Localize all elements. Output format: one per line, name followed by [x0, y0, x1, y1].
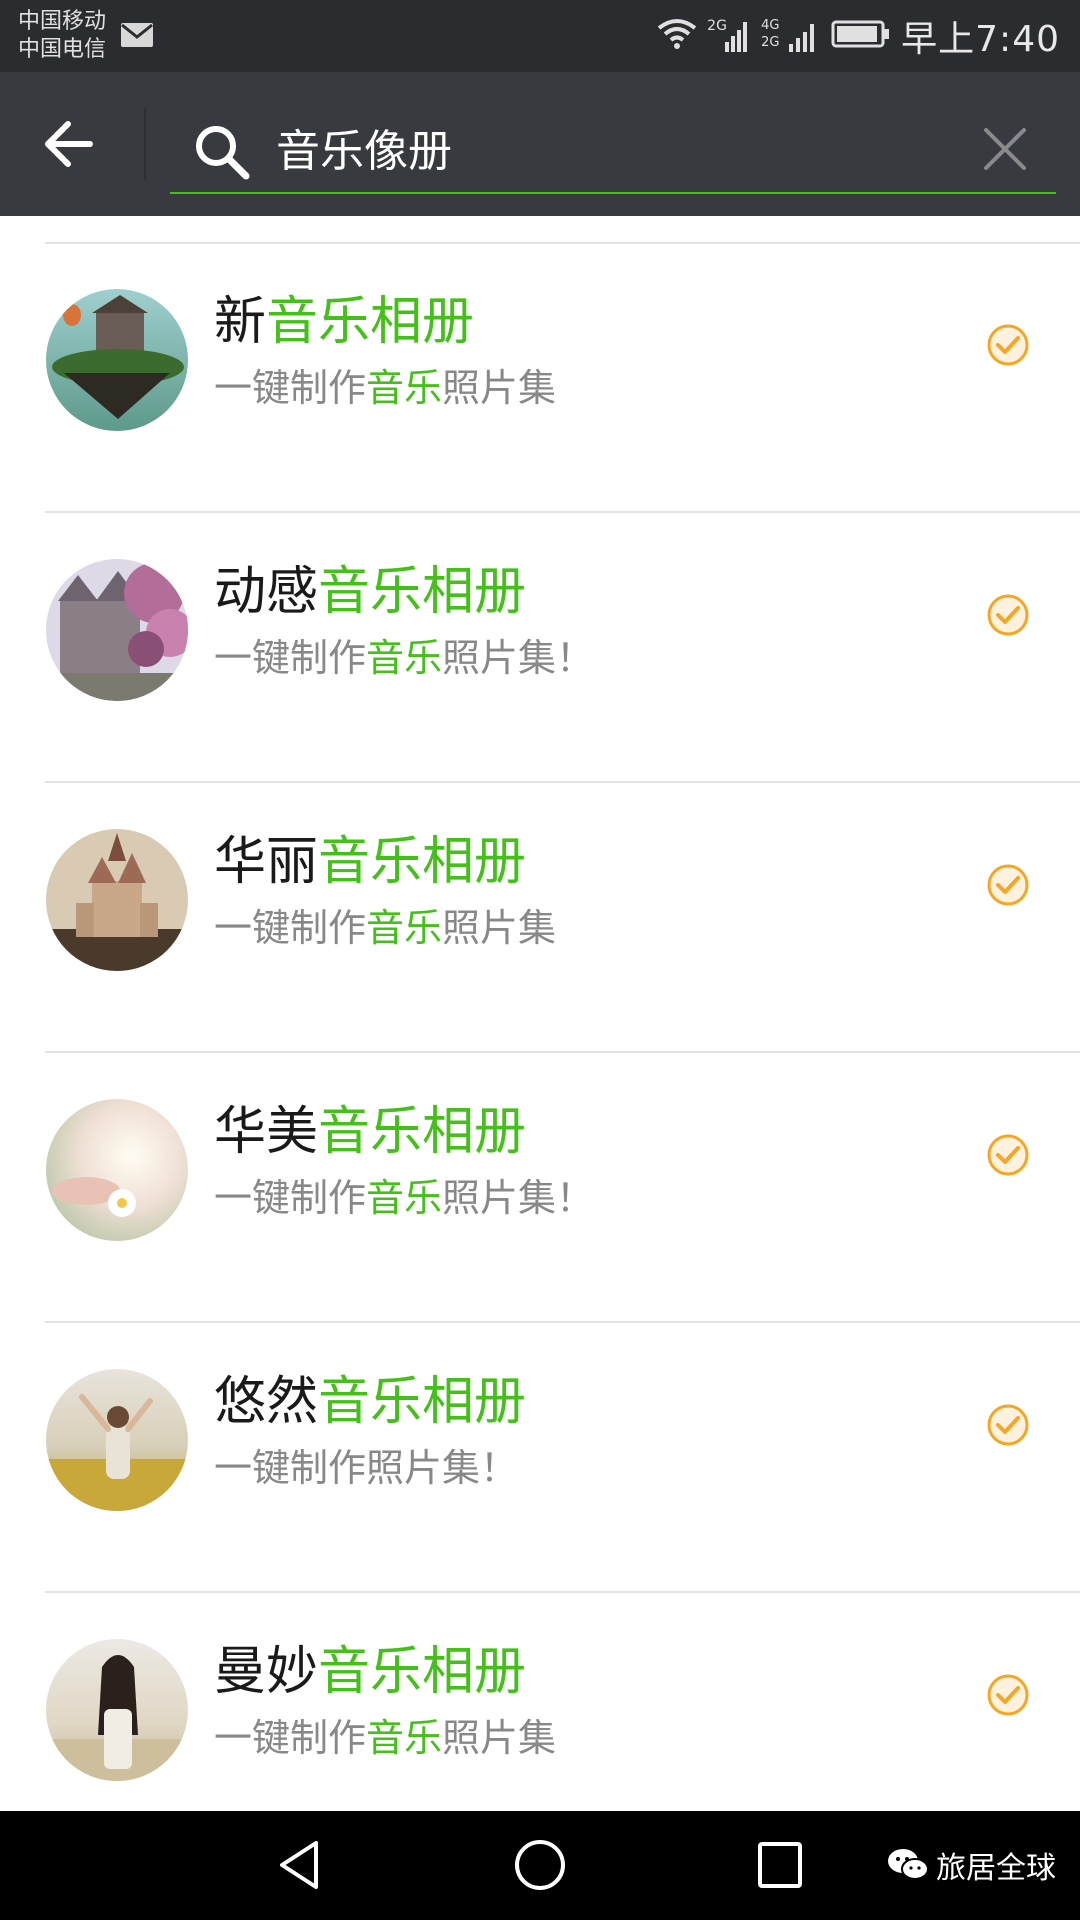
- item-title: 华美音乐相册: [214, 1102, 527, 1162]
- item-title: 悠然音乐相册: [214, 1372, 527, 1432]
- avatar: [46, 289, 188, 431]
- battery-icon: [831, 19, 891, 53]
- close-icon: [984, 128, 1026, 170]
- status-icons: 2G 4G 2G 早上7:40: [647, 14, 1060, 60]
- clock: 早上7:40: [901, 19, 1060, 60]
- result-item[interactable]: 曼妙音乐相册 一键制作音乐照片集: [0, 1593, 1080, 1811]
- item-title: 动感音乐相册: [214, 562, 527, 622]
- avatar: [46, 1099, 188, 1241]
- carrier-2: 中国电信: [18, 37, 107, 62]
- item-title: 曼妙音乐相册: [214, 1642, 527, 1702]
- search-header: [0, 72, 1080, 216]
- watermark-text: 旅居全球: [936, 1851, 1056, 1886]
- header-divider: [144, 108, 146, 180]
- item-description: 一键制作音乐照片集: [214, 366, 557, 410]
- signal-icon-1: 2G: [707, 18, 751, 54]
- signal-icon-2: 4G 2G: [761, 18, 821, 54]
- avatar: [46, 1369, 188, 1511]
- verified-check-icon: [986, 1403, 1030, 1447]
- carrier-1: 中国移动: [18, 9, 107, 34]
- square-recents-icon: [758, 1842, 802, 1888]
- status-bar: 中国移动 中国电信 2G 4G 2G 早上7:40: [0, 0, 1080, 72]
- result-item[interactable]: 悠然音乐相册 一键制作照片集！: [0, 1323, 1080, 1593]
- wechat-icon: [888, 1849, 929, 1880]
- nav-home-button[interactable]: [510, 1835, 570, 1899]
- clear-button[interactable]: [982, 126, 1028, 176]
- item-description: 一键制作音乐照片集！: [214, 636, 595, 680]
- verified-check-icon: [986, 863, 1030, 907]
- result-item[interactable]: 新音乐相册 一键制作音乐照片集: [0, 243, 1080, 513]
- item-title: 华丽音乐相册: [214, 832, 527, 892]
- result-list: 新音乐相册 一键制作音乐照片集 动感音乐相册 一键制作音乐照片集！ 华丽音乐相册…: [0, 216, 1080, 1811]
- verified-check-icon: [986, 1673, 1030, 1717]
- navigation-bar: 旅居全球: [0, 1811, 1080, 1920]
- circle-home-icon: [515, 1840, 565, 1890]
- item-description: 一键制作音乐照片集！: [214, 1176, 595, 1220]
- wifi-icon: [657, 18, 697, 54]
- result-item[interactable]: 动感音乐相册 一键制作音乐照片集！: [0, 513, 1080, 783]
- back-button[interactable]: [40, 116, 100, 172]
- nav-recents-button[interactable]: [750, 1835, 810, 1899]
- search-box[interactable]: [170, 102, 1056, 194]
- avatar: [46, 559, 188, 701]
- carrier-info: 中国移动 中国电信: [18, 8, 106, 64]
- search-icon: [192, 122, 252, 186]
- arrow-left-icon: [45, 121, 93, 167]
- search-input[interactable]: [274, 118, 918, 176]
- avatar: [46, 829, 188, 971]
- item-description: 一键制作音乐照片集: [214, 906, 557, 950]
- verified-check-icon: [986, 323, 1030, 367]
- triangle-back-icon: [280, 1841, 318, 1889]
- verified-check-icon: [986, 1133, 1030, 1177]
- result-item[interactable]: 华丽音乐相册 一键制作音乐照片集: [0, 783, 1080, 1053]
- item-title: 新音乐相册: [214, 292, 475, 352]
- item-description: 一键制作照片集！: [214, 1446, 519, 1490]
- mail-icon: [120, 22, 154, 52]
- watermark: 旅居全球: [886, 1843, 1056, 1887]
- result-item[interactable]: 华美音乐相册 一键制作音乐照片集！: [0, 1053, 1080, 1323]
- item-description: 一键制作音乐照片集: [214, 1716, 557, 1760]
- nav-back-button[interactable]: [270, 1835, 330, 1899]
- avatar: [46, 1639, 188, 1781]
- verified-check-icon: [986, 593, 1030, 637]
